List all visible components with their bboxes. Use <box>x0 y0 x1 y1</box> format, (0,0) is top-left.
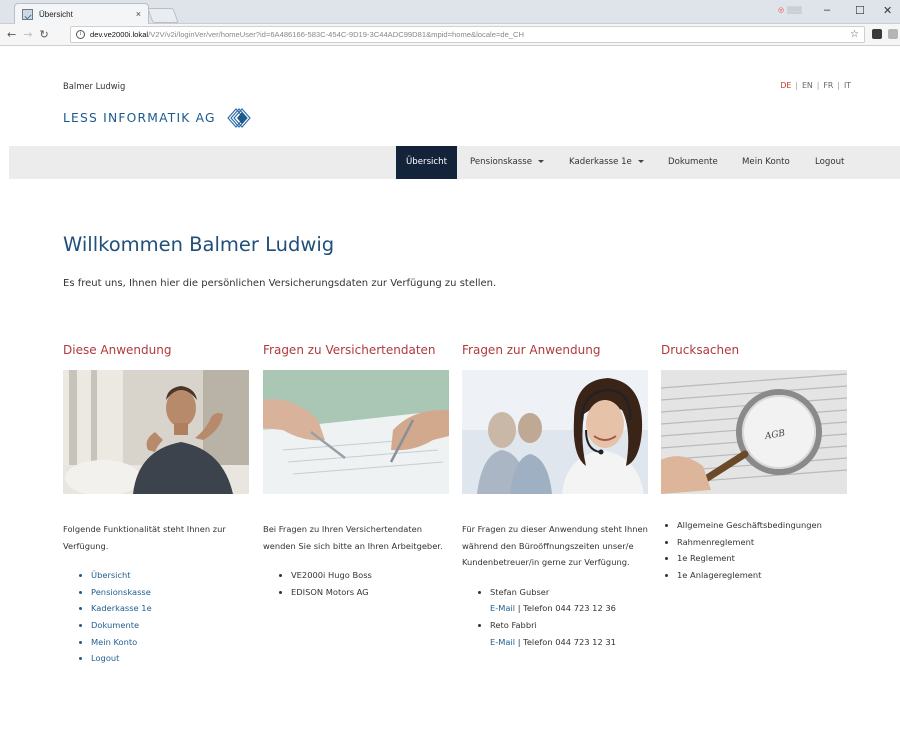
link-logout[interactable]: Logout <box>91 650 249 667</box>
contact-name: Reto Fabbri <box>490 617 648 634</box>
column-heading: Fragen zu Versichertendaten <box>263 343 436 357</box>
caret-down-icon <box>637 160 644 163</box>
email-link[interactable]: E-Mail <box>490 603 515 613</box>
logo-text: LESS INFORMATIK AG <box>63 111 216 125</box>
column-text: Bei Fragen zu Ihren Versichertendaten we… <box>263 524 443 551</box>
contact-details: E-Mail | Telefon 044 723 12 36 <box>490 603 616 614</box>
column-text: Für Fragen zu dieser Anwendung steht Ihn… <box>462 524 648 568</box>
page-content: Balmer Ludwig DE | EN | FR | IT LESS INFORMATI… <box>9 46 900 751</box>
address-bar[interactable]: i dev.ve2000i.lokal/V2V/v2i/loginVer/ver… <box>70 26 865 43</box>
language-switcher: DE | EN | FR | IT <box>780 81 851 90</box>
man-with-glasses-image <box>63 370 249 494</box>
nav-item-uebersicht[interactable]: Übersicht <box>396 146 457 179</box>
contact-list: Stefan Gubser E-Mail | Telefon 044 723 1… <box>462 584 648 650</box>
employer-list: VE2000i Hugo Boss EDISON Motors AG <box>263 567 449 600</box>
reload-icon[interactable]: ↻ <box>39 28 48 41</box>
column-fragen-versichertendaten: Fragen zu Versichertendaten Bei Fragen z… <box>263 343 449 600</box>
nav-item-logout[interactable]: Logout <box>815 146 844 179</box>
forward-arrow-icon[interactable]: → <box>23 28 32 41</box>
list-item: 1e Anlagereglement <box>677 567 847 584</box>
magnifying-glass-image: AGB <box>661 370 847 494</box>
link-kaderkasse[interactable]: Kaderkasse 1e <box>91 600 249 617</box>
function-link-list: Übersicht Pensionskasse Kaderkasse 1e Do… <box>63 567 249 667</box>
link-dokumente[interactable]: Dokumente <box>91 617 249 634</box>
hands-signing-document-image <box>263 370 449 494</box>
list-item: EDISON Motors AG <box>291 584 449 601</box>
list-item: VE2000i Hugo Boss <box>291 567 449 584</box>
column-diese-anwendung: Diese Anwendung Folgende Funktionalität … <box>63 343 249 667</box>
column-fragen-anwendung: Fragen zur Anwendung Für Fragen zu diese… <box>462 343 648 650</box>
column-heading: Diese Anwendung <box>63 343 172 357</box>
email-link[interactable]: E-Mail <box>490 637 515 647</box>
close-window-button[interactable]: ✕ <box>883 4 892 17</box>
browser-toolbar: ← → ↻ i dev.ve2000i.lokal/V2V/v2i/loginV… <box>0 24 900 46</box>
extension-icon[interactable] <box>872 29 882 39</box>
column-text: Folgende Funktionalität steht Ihnen zur … <box>63 524 226 551</box>
contact-details: E-Mail | Telefon 044 723 12 31 <box>490 636 616 647</box>
nav-item-pensionskasse[interactable]: Pensionskasse <box>470 146 544 179</box>
nav-item-kaderkasse[interactable]: Kaderkasse 1e <box>569 146 644 179</box>
intro-text: Es freut uns, Ihnen hier die persönliche… <box>63 278 497 289</box>
list-item: 1e Reglement <box>677 550 847 567</box>
documents-list: Allgemeine Geschäftsbedingungen Rahmenre… <box>661 517 847 583</box>
link-mein-konto[interactable]: Mein Konto <box>91 634 249 651</box>
extension-icon-2[interactable] <box>888 29 898 39</box>
back-arrow-icon[interactable]: ← <box>7 28 16 41</box>
company-logo[interactable]: LESS INFORMATIK AG <box>63 106 254 130</box>
main-navigation: Übersicht Pensionskasse Kaderkasse 1e Do… <box>9 146 900 179</box>
maximize-button[interactable]: ☐ <box>855 4 865 17</box>
phone-number: Telefon 044 723 12 31 <box>523 636 616 647</box>
column-drucksachen: Drucksachen AGB • Allgemeine Geschäftsbe… <box>661 343 847 583</box>
browser-titlebar: Übersicht × ◎ ▒▒▒ – ☐ ✕ <box>0 0 900 24</box>
tab-title: Übersicht <box>39 9 73 19</box>
column-heading: Drucksachen <box>661 343 740 357</box>
minimize-button[interactable]: – <box>824 4 830 16</box>
lang-it[interactable]: IT <box>844 81 851 90</box>
browser-tab[interactable]: Übersicht × <box>14 3 149 24</box>
extension-indicator: ◎ ▒▒▒ <box>778 7 802 14</box>
lang-fr[interactable]: FR <box>823 81 833 90</box>
caret-down-icon <box>538 160 544 163</box>
link-pensionskasse[interactable]: Pensionskasse <box>91 584 249 601</box>
support-agent-headset-image <box>462 370 648 494</box>
phone-number: Telefon 044 723 12 36 <box>523 603 616 614</box>
contact-name: Stefan Gubser <box>490 584 648 601</box>
tab-close-icon[interactable]: × <box>136 9 141 19</box>
logged-in-user: Balmer Ludwig <box>63 81 126 91</box>
nav-item-dokumente[interactable]: Dokumente <box>668 146 718 179</box>
logo-diamond-icon <box>227 108 251 128</box>
page-title: Willkommen Balmer Ludwig <box>63 233 335 256</box>
bookmark-star-icon[interactable]: ☆ <box>850 29 859 40</box>
lang-de[interactable]: DE <box>780 81 791 90</box>
new-tab-button[interactable] <box>147 8 179 23</box>
list-item: Allgemeine Geschäftsbedingungen <box>677 517 847 534</box>
nav-item-mein-konto[interactable]: Mein Konto <box>742 146 790 179</box>
column-heading: Fragen zur Anwendung <box>462 343 601 357</box>
lang-en[interactable]: EN <box>802 81 813 90</box>
list-item: Rahmenreglement <box>677 534 847 551</box>
link-uebersicht[interactable]: Übersicht <box>91 567 249 584</box>
info-icon[interactable]: i <box>76 30 85 39</box>
url-text[interactable]: dev.ve2000i.lokal/V2V/v2i/loginVer/ver/h… <box>90 30 847 39</box>
page-favicon-icon <box>22 8 33 20</box>
